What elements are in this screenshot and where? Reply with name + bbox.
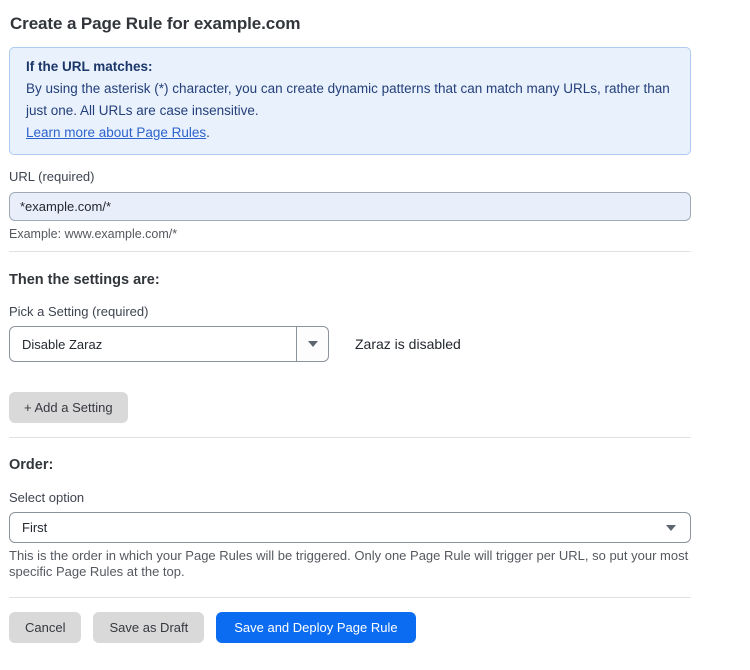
- order-select[interactable]: First: [9, 512, 691, 543]
- order-section-heading: Order:: [9, 457, 691, 473]
- form-actions: Cancel Save as Draft Save and Deploy Pag…: [9, 612, 691, 643]
- caret-down-icon: [666, 525, 676, 531]
- page-rule-form: Create a Page Rule for example.com If th…: [9, 0, 691, 643]
- info-box-body: By using the asterisk (*) character, you…: [26, 78, 674, 122]
- setting-select[interactable]: Disable Zaraz: [9, 326, 329, 362]
- add-setting-button[interactable]: + Add a Setting: [9, 392, 128, 423]
- order-helper-text: This is the order in which your Page Rul…: [9, 548, 689, 580]
- divider: [9, 251, 691, 252]
- url-input[interactable]: [9, 192, 691, 221]
- url-match-info-box: If the URL matches: By using the asteris…: [9, 47, 691, 155]
- learn-more-link[interactable]: Learn more about Page Rules: [26, 125, 206, 140]
- link-suffix: .: [206, 125, 210, 140]
- info-box-link-line: Learn more about Page Rules.: [26, 122, 674, 144]
- select-option-label: Select option: [9, 490, 691, 505]
- caret-down-icon: [308, 341, 318, 347]
- setting-select-caret-button[interactable]: [296, 327, 328, 361]
- pick-setting-label: Pick a Setting (required): [9, 304, 691, 319]
- setting-select-value: Disable Zaraz: [10, 327, 296, 361]
- settings-section-heading: Then the settings are:: [9, 272, 691, 288]
- url-example-helper: Example: www.example.com/*: [9, 227, 691, 241]
- save-and-deploy-button[interactable]: Save and Deploy Page Rule: [216, 612, 415, 643]
- divider: [9, 597, 691, 598]
- save-as-draft-button[interactable]: Save as Draft: [93, 612, 204, 643]
- order-select-value: First: [22, 520, 47, 535]
- info-box-heading: If the URL matches:: [26, 56, 674, 78]
- divider: [9, 437, 691, 438]
- url-label: URL (required): [9, 169, 691, 184]
- cancel-button[interactable]: Cancel: [9, 612, 81, 643]
- setting-picker-row: Disable Zaraz Zaraz is disabled: [9, 326, 691, 362]
- setting-status-text: Zaraz is disabled: [355, 336, 461, 352]
- page-title: Create a Page Rule for example.com: [10, 14, 691, 34]
